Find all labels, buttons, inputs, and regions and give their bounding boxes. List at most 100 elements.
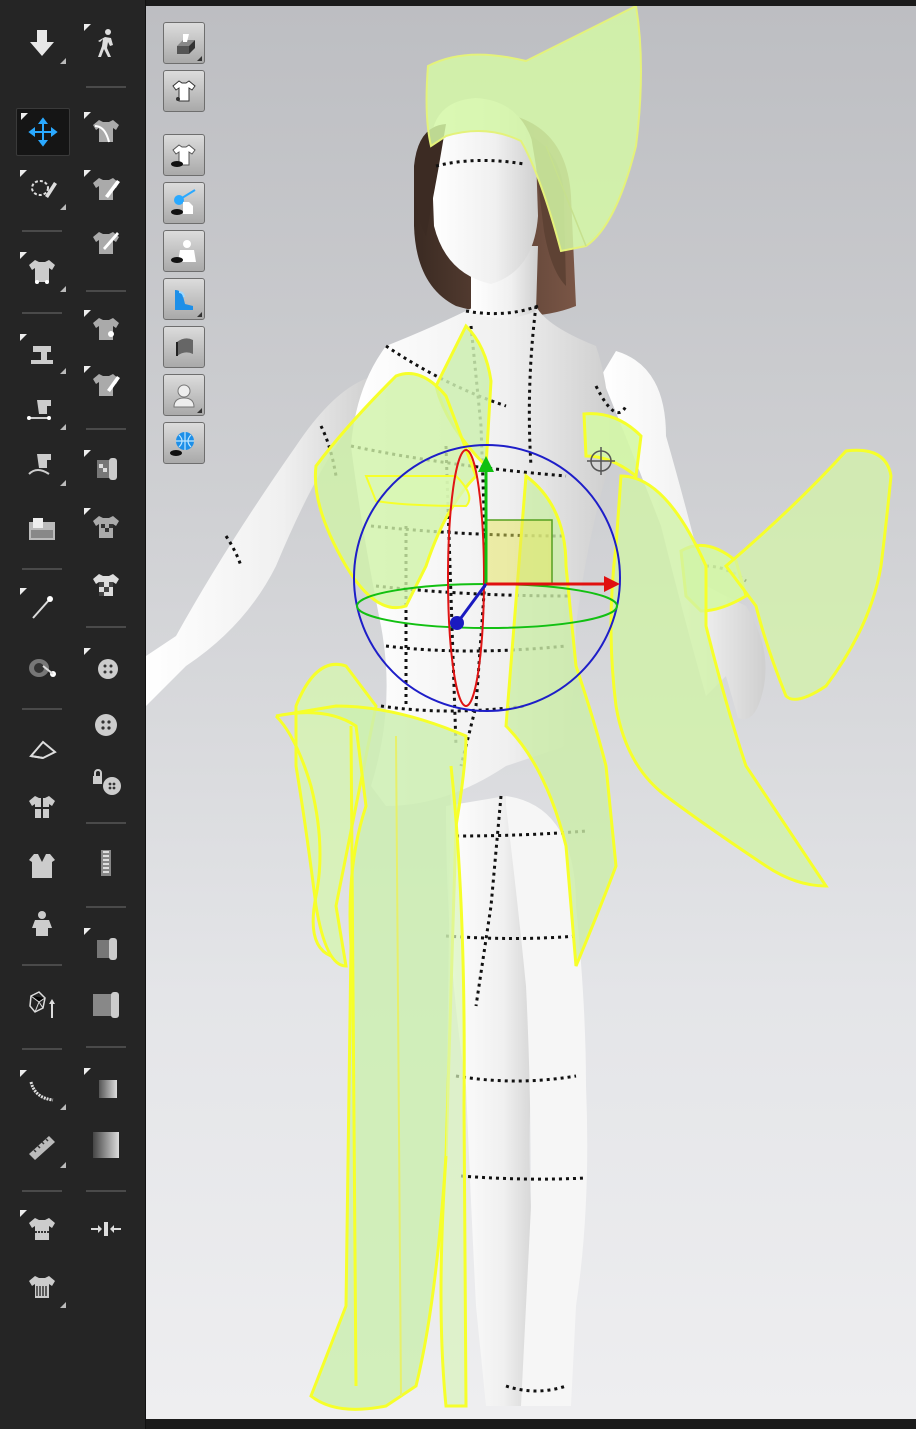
shirt-curve-icon [93, 120, 119, 143]
toolbar-separator [86, 626, 126, 628]
fabric-thickness-button[interactable] [163, 326, 205, 368]
ruler-button[interactable] [16, 1124, 68, 1170]
pin-eye-icon [171, 189, 196, 215]
3d-viewport[interactable] [146, 6, 916, 1419]
toolbar-separator [22, 708, 62, 710]
simulate-button[interactable] [16, 20, 68, 66]
show-shoes-button[interactable] [163, 278, 205, 320]
compress-button[interactable] [80, 1206, 132, 1252]
sewing-table-button[interactable] [16, 506, 68, 552]
toolbar-separator [86, 822, 126, 824]
shirt-fit-icon [29, 1276, 55, 1298]
shoe-icon [175, 290, 193, 310]
garment-icon [172, 80, 196, 102]
buttonhole-lock-icon [93, 769, 121, 795]
toolbar-separator [22, 1048, 62, 1050]
fold-3d-button[interactable] [16, 726, 68, 772]
shirt-brush-icon [93, 232, 119, 254]
fabric-roll-button[interactable] [80, 982, 132, 1028]
environment-button[interactable] [163, 422, 205, 464]
sewing-table-icon [29, 518, 55, 540]
pin-icon [32, 596, 53, 619]
jacket-icon [29, 854, 55, 878]
gradient-select-icon [99, 1080, 117, 1098]
globe-eye-icon [170, 432, 194, 456]
texture-button[interactable] [80, 446, 132, 492]
shirt-split-icon [29, 796, 55, 818]
toolbar-separator [86, 1046, 126, 1048]
polygon-upload-button[interactable] [16, 982, 68, 1028]
toolbar-separator [22, 964, 62, 966]
show-garment-eye-button[interactable] [163, 134, 205, 176]
avatar-button[interactable] [16, 900, 68, 946]
garment-split-button[interactable] [16, 784, 68, 830]
sewing-machine-icon [31, 346, 53, 364]
select-lasso-button[interactable] [16, 166, 68, 212]
tack-button[interactable] [16, 642, 68, 688]
segment-sewing-button[interactable] [16, 330, 68, 376]
tape-measure-button[interactable] [16, 1066, 68, 1112]
edit-curvature-button[interactable] [80, 108, 132, 154]
select-fabric-roll-button[interactable] [80, 924, 132, 970]
cut-button[interactable] [80, 362, 132, 408]
shirt-eye-icon [171, 144, 196, 167]
select-gradient-button[interactable] [80, 1064, 132, 1110]
texture-roll-icon [97, 458, 117, 480]
pose-button[interactable] [80, 20, 132, 66]
toolbar-separator [86, 906, 126, 908]
toolbar-separator [22, 568, 62, 570]
avatar-eye-icon [171, 240, 196, 263]
free-sewing-button[interactable] [16, 442, 68, 488]
add-point-button[interactable] [80, 306, 132, 352]
shirt-measure-icon [29, 1218, 55, 1240]
toolbar-separator [22, 1190, 62, 1192]
walking-avatar-icon [98, 29, 113, 57]
arrow-down-icon [30, 30, 54, 56]
shirt-point-icon [93, 318, 119, 340]
zipper-button[interactable] [80, 840, 132, 886]
buttonhole-button[interactable] [80, 758, 132, 804]
fabric-roll-icon [93, 992, 119, 1018]
left-toolbar [0, 0, 146, 1429]
transform-tool-button[interactable] [16, 108, 70, 156]
avatar-silhouette-icon [173, 384, 195, 408]
shirt-checker-icon [93, 574, 119, 596]
pin-button[interactable] [16, 584, 68, 630]
show-avatar-box-button[interactable] [163, 22, 205, 64]
3d-scene [146, 6, 893, 1411]
jacket-button[interactable] [16, 842, 68, 888]
garment-fit-button[interactable] [16, 1264, 68, 1310]
show-avatar-eye-button[interactable] [163, 230, 205, 272]
compress-arrows-icon [91, 1222, 121, 1236]
avatar-small-icon [32, 911, 52, 936]
pattern-texture-button[interactable] [80, 504, 132, 550]
show-pins-button[interactable] [163, 182, 205, 224]
draw-seamline-button[interactable] [80, 166, 132, 212]
gradient-icon [93, 1132, 119, 1158]
zipper-icon [101, 850, 111, 876]
brush-button[interactable] [80, 220, 132, 266]
fold-arrangement-button[interactable] [16, 248, 68, 294]
button-tool-button[interactable] [80, 702, 132, 748]
fold-3d-icon [29, 740, 57, 760]
fabric-thickness-icon [176, 338, 193, 356]
lasso-pen-icon [31, 180, 57, 198]
button-select-icon [98, 659, 118, 679]
gradient-button[interactable] [80, 1122, 132, 1168]
toolbar-separator [22, 312, 62, 314]
avatar-box-icon [177, 34, 195, 54]
checker-texture-button[interactable] [80, 562, 132, 608]
edit-sewing-button[interactable] [16, 386, 68, 432]
toolbar-separator [86, 86, 126, 88]
shirt-pattern-icon [93, 516, 119, 538]
garment-measure-button[interactable] [16, 1206, 68, 1252]
show-garment-button[interactable] [163, 70, 205, 112]
button-icon [95, 714, 117, 736]
toolbar-separator [86, 428, 126, 430]
move-gizmo-icon [28, 117, 58, 147]
edit-sewing-icon [27, 400, 51, 420]
roll-select-icon [97, 938, 117, 960]
shirt-knife-icon [93, 374, 120, 396]
select-button-tool-button[interactable] [80, 644, 132, 690]
avatar-silhouette-button[interactable] [163, 374, 205, 416]
